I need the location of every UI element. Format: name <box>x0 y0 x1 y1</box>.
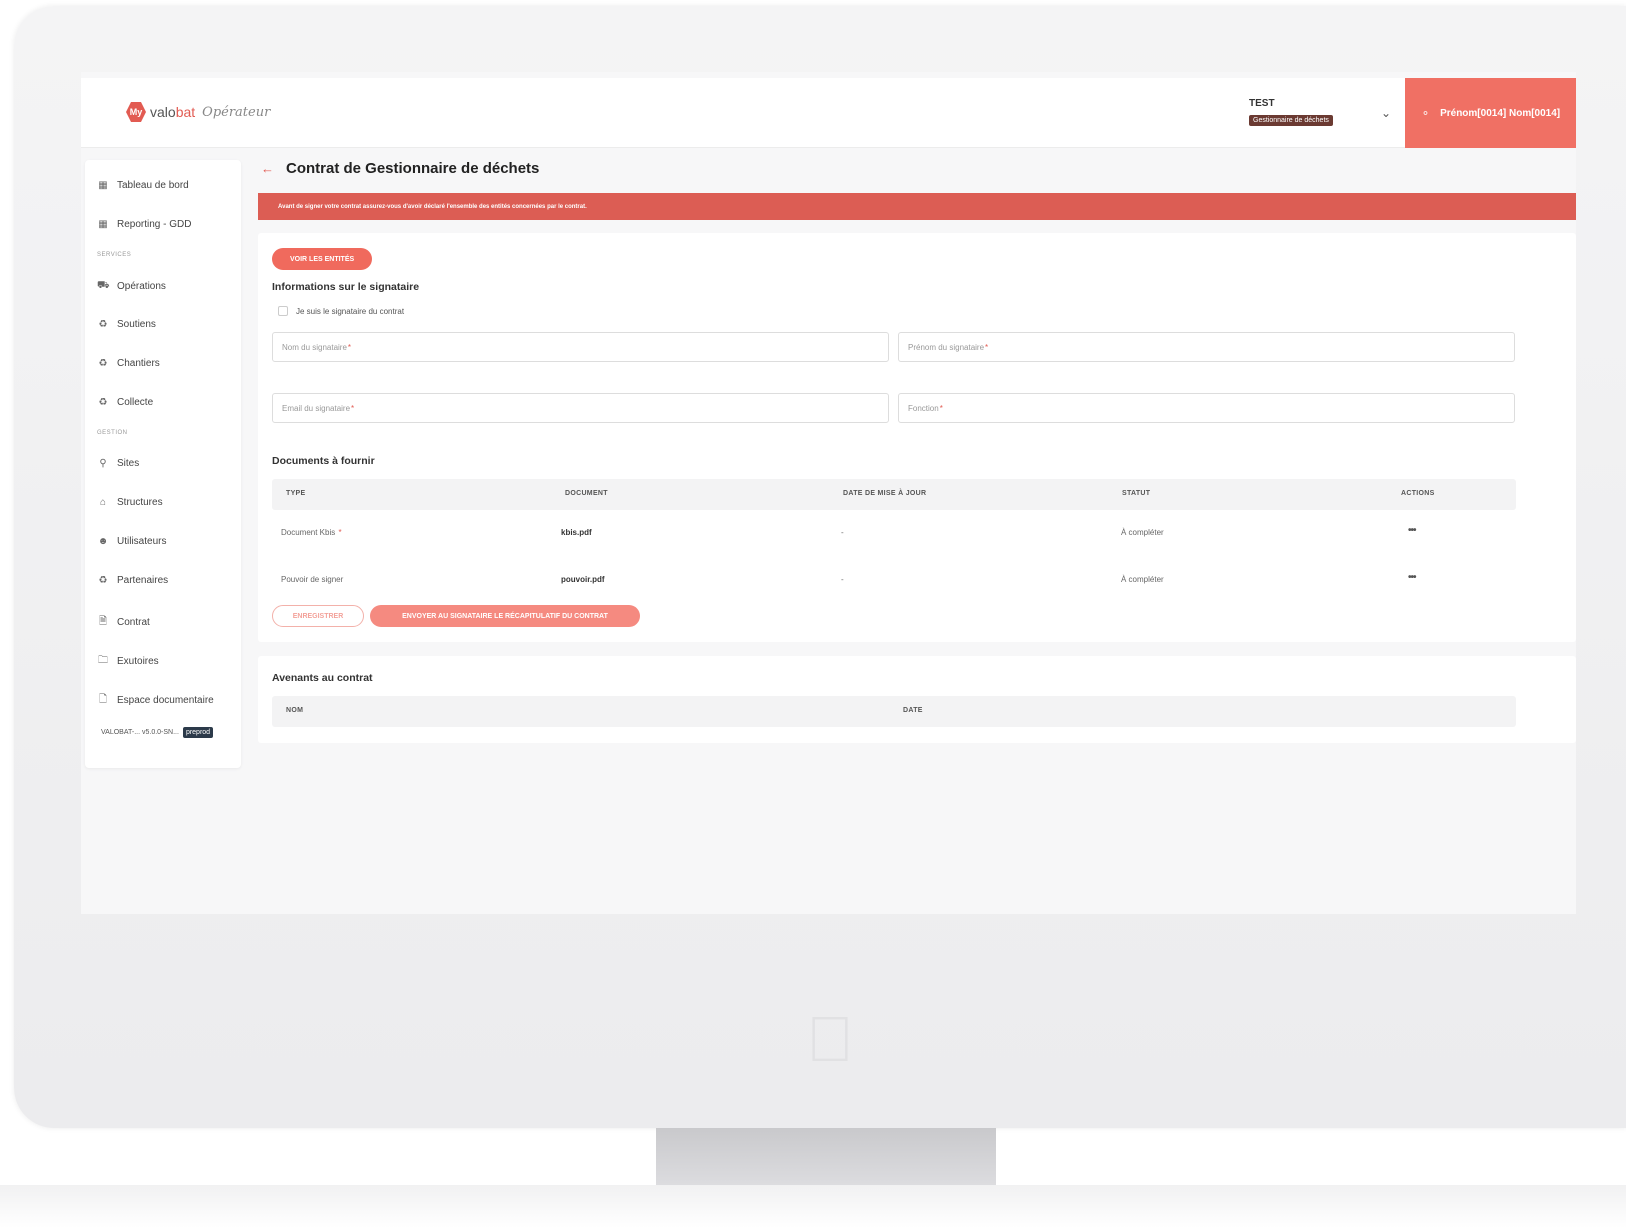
recycle-icon: ♻ <box>98 319 108 330</box>
sidebar: ▦ Tableau de bord ▦ Reporting - GDD SERV… <box>85 160 241 768</box>
contract-icon: 🗎 <box>98 616 108 627</box>
dashboard-icon: ▦ <box>98 180 108 191</box>
row-status: À compléter <box>1121 528 1164 537</box>
required-marker: * <box>939 403 943 413</box>
user-menu-button[interactable]: ⚬ Prénom[0014] Nom[0014] <box>1405 78 1576 148</box>
sidebar-item-operations[interactable]: ⛟ Opérations <box>97 280 166 293</box>
app-version: VALOBAT-... v5.0.0-SN... preprod <box>101 727 214 738</box>
send-summary-button[interactable]: ENVOYER AU SIGNATAIRE LE RÉCAPITULATIF D… <box>370 605 640 627</box>
row-date: - <box>841 575 844 584</box>
amendments-table-header: NOM DATE <box>272 696 1516 727</box>
sidebar-item-tableau-de-bord[interactable]: ▦ Tableau de bord <box>97 180 188 191</box>
company-role-badge: Gestionnaire de déchets <box>1249 115 1333 126</box>
documents-section-title: Documents à fournir <box>272 455 375 467</box>
floor-shadow <box>0 1185 1626 1228</box>
sidebar-item-structures[interactable]: ⌂ Structures <box>97 497 163 508</box>
alert-banner: Avant de signer votre contrat assurez-vo… <box>258 193 1576 220</box>
sidebar-item-reporting-gdd[interactable]: ▦ Reporting - GDD <box>97 219 191 230</box>
company-name: TEST <box>1249 98 1275 109</box>
table-row: Document Kbis * kbis.pdf - À compléter •… <box>272 511 1516 556</box>
signer-checkbox-row[interactable]: Je suis le signataire du contrat <box>278 306 404 316</box>
view-entities-button[interactable]: VOIR LES ENTITÉS <box>272 248 373 270</box>
sidebar-section-gestion: GESTION <box>97 430 128 436</box>
signer-lastname-field[interactable]: Nom du signataire * <box>272 332 889 362</box>
sidebar-item-collecte[interactable]: ♻ Collecte <box>97 397 154 408</box>
sidebar-item-exutoires[interactable]: 🗀 Exutoires <box>97 653 159 670</box>
version-text: VALOBAT-... v5.0.0-SN... <box>101 729 179 736</box>
column-header-date: DATE <box>903 707 923 714</box>
sidebar-item-sites[interactable]: ⚲ Sites <box>97 458 139 469</box>
signer-section-title: Informations sur le signataire <box>272 281 420 293</box>
row-type: Pouvoir de signer <box>281 575 344 584</box>
column-header-document: DOCUMENT <box>565 490 608 497</box>
app-logo[interactable]: My valobat Opérateur <box>126 102 270 122</box>
sidebar-section-services: SERVICES <box>97 252 132 258</box>
app-header: My valobat Opérateur TEST Gestionnaire d… <box>81 78 1576 148</box>
documents-table-header: TYPE DOCUMENT DATE DE MISE À JOUR STATUT… <box>272 479 1516 510</box>
sidebar-item-utilisateurs[interactable]: ☻ Utilisateurs <box>97 536 167 547</box>
required-marker: * <box>347 342 352 352</box>
app-screen: My valobat Opérateur TEST Gestionnaire d… <box>81 72 1576 914</box>
recycle-icon: ♻ <box>98 575 108 586</box>
more-actions-icon[interactable]: ••• <box>1408 525 1416 536</box>
user-name: Prénom[0014] Nom[0014] <box>1440 107 1561 119</box>
row-document[interactable]: pouvoir.pdf <box>561 575 605 584</box>
env-badge: preprod <box>182 727 214 738</box>
signer-checkbox-label: Je suis le signataire du contrat <box>296 306 405 316</box>
folder-icon: 🗀 <box>98 655 108 666</box>
save-button[interactable]: ENREGISTRER <box>272 605 364 627</box>
signer-firstname-field[interactable]: Prénom du signataire * <box>898 332 1515 362</box>
apple-logo-icon:  <box>800 1004 860 1074</box>
page-title: Contrat de Gestionnaire de déchets <box>286 160 540 177</box>
recycle-icon: ♻ <box>98 358 108 369</box>
sidebar-item-chantiers[interactable]: ♻ Chantiers <box>97 358 160 369</box>
sidebar-item-soutiens[interactable]: ♻ Soutiens <box>97 319 156 330</box>
page-heading: ← Contrat de Gestionnaire de déchets <box>261 160 539 177</box>
users-icon: ☻ <box>97 536 109 547</box>
column-header-type: TYPE <box>286 490 306 497</box>
chevron-down-icon[interactable]: ⌄ <box>1381 106 1391 120</box>
signer-email-field[interactable]: Email du signataire * <box>272 393 889 423</box>
amendments-card: Avenants au contrat NOM DATE <box>258 656 1576 743</box>
company-selector[interactable]: TEST Gestionnaire de déchets <box>1249 98 1333 127</box>
logo-name: valobat <box>150 104 196 120</box>
logo-tagline: Opérateur <box>202 104 271 120</box>
required-marker: * <box>351 403 355 413</box>
back-arrow-icon[interactable]: ← <box>261 161 274 176</box>
column-header-date: DATE DE MISE À JOUR <box>843 490 927 497</box>
location-pin-icon: ⚲ <box>99 458 107 469</box>
row-date: - <box>841 528 844 537</box>
column-header-status: STATUT <box>1122 490 1151 497</box>
logo-hex-icon: My <box>126 102 146 122</box>
dashboard-icon: ▦ <box>98 219 108 230</box>
recycle-icon: ♻ <box>98 397 108 408</box>
signer-function-field[interactable]: Fonction * <box>898 393 1515 423</box>
more-actions-icon[interactable]: ••• <box>1408 572 1416 583</box>
row-status: À compléter <box>1121 575 1164 584</box>
document-icon: 🗋 <box>98 694 108 705</box>
sidebar-item-espace-documentaire[interactable]: 🗋 Espace documentaire <box>97 692 214 709</box>
column-header-actions: ACTIONS <box>1401 490 1435 497</box>
row-document[interactable]: kbis.pdf <box>561 528 592 537</box>
required-marker: * <box>985 342 989 352</box>
row-type: Document Kbis * <box>281 528 342 537</box>
user-icon: ⚬ <box>1420 107 1431 120</box>
contract-card: VOIR LES ENTITÉS Informations sur le sig… <box>258 233 1576 642</box>
truck-icon: ⛟ <box>97 280 110 291</box>
column-header-nom: NOM <box>286 707 304 714</box>
building-icon: ⌂ <box>99 497 107 508</box>
signer-checkbox[interactable] <box>278 306 288 316</box>
sidebar-item-partenaires[interactable]: ♻ Partenaires <box>97 575 169 586</box>
table-row: Pouvoir de signer pouvoir.pdf - À complé… <box>272 558 1516 603</box>
sidebar-item-contrat[interactable]: 🗎 Contrat <box>97 614 150 631</box>
amendments-section-title: Avenants au contrat <box>272 672 373 684</box>
